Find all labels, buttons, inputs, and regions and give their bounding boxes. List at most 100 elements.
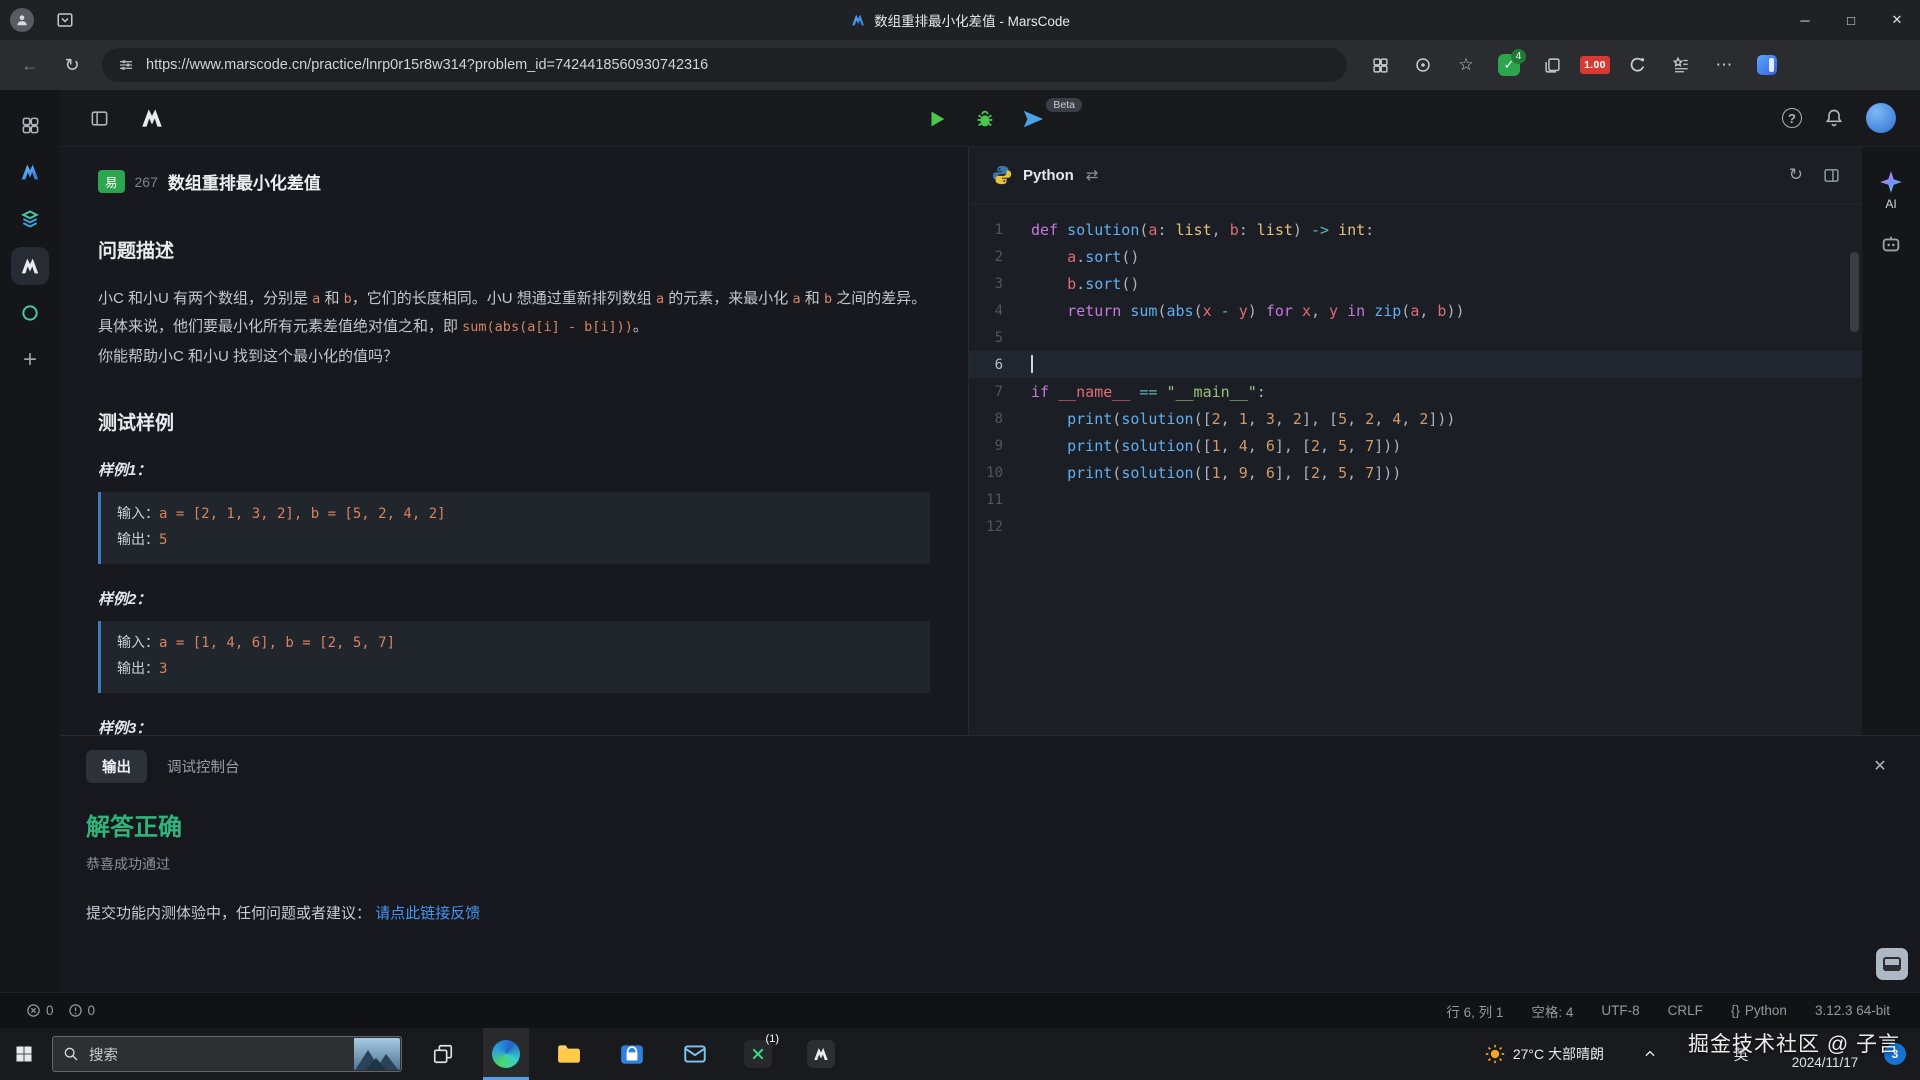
notifications-icon[interactable]: [1824, 108, 1844, 128]
indent-setting[interactable]: 空格: 4: [1531, 1001, 1573, 1021]
feedback-link[interactable]: 请点此链接反馈: [375, 905, 480, 922]
weather-widget[interactable]: 27°C 大部晴朗: [1475, 1044, 1614, 1064]
code-line[interactable]: 6: [969, 351, 1862, 378]
search-highlight-thumbnail[interactable]: [354, 1038, 400, 1070]
assistant-plugin-icon[interactable]: [1880, 233, 1902, 255]
code-line[interactable]: 10 print(solution([1, 9, 6], [2, 5, 7])): [969, 459, 1862, 486]
submit-button[interactable]: Beta: [1018, 104, 1048, 134]
warnings-status[interactable]: 0: [68, 1003, 96, 1018]
extension-glyph: [1629, 56, 1647, 74]
run-button[interactable]: [922, 104, 952, 134]
sample1-input: 输入：a = [2, 1, 3, 2], b = [5, 2, 4, 2]: [117, 502, 914, 528]
edge-browser-button[interactable]: [483, 1028, 529, 1080]
marscode-app-button[interactable]: [798, 1028, 844, 1080]
code-line[interactable]: 8 print(solution([2, 1, 3, 2], [5, 2, 4,…: [969, 405, 1862, 432]
collapse-panel-icon[interactable]: [90, 109, 109, 128]
beta-badge: Beta: [1046, 98, 1082, 112]
code-line[interactable]: 12: [969, 513, 1862, 540]
help-icon[interactable]: ?: [1782, 108, 1802, 128]
store-button[interactable]: [609, 1028, 655, 1080]
warning-count: 0: [88, 1003, 96, 1018]
site-info-icon[interactable]: [118, 57, 134, 73]
code-line[interactable]: 11: [969, 486, 1862, 513]
problem-header: 易 267 数组重排最小化差值: [98, 169, 930, 194]
errors-status[interactable]: 0: [26, 1003, 54, 1018]
ai-assistant-icon[interactable]: AI: [1878, 169, 1904, 211]
language-mode[interactable]: {} Python: [1731, 1003, 1787, 1018]
maximize-button[interactable]: □: [1828, 0, 1874, 40]
task-view-button[interactable]: [420, 1028, 466, 1080]
status-bar: 0 0 行 6, 列 1 空格: 4 UTF-8 CRLF {} Python …: [0, 992, 1920, 1028]
problem-title: 数组重排最小化差值: [168, 169, 321, 194]
line-number: 4: [969, 303, 1031, 319]
window-title-group: 数组重排最小化差值 - MarsCode: [850, 10, 1070, 30]
workspaces-glyph: [1372, 57, 1389, 74]
marscode-taskbar-icon: [807, 1040, 835, 1068]
favorite-star-icon[interactable]: ☆: [1449, 48, 1483, 82]
panel-layout-icon[interactable]: [1823, 167, 1840, 184]
tray-expand-icon[interactable]: [1636, 1047, 1664, 1061]
rail-add-icon[interactable]: +: [11, 341, 49, 379]
bottom-panel-toggle[interactable]: [1876, 948, 1908, 980]
cursor-position[interactable]: 行 6, 列 1: [1446, 1001, 1503, 1021]
language-label: Python: [1023, 167, 1074, 184]
user-avatar[interactable]: [1866, 103, 1896, 133]
file-explorer-button[interactable]: [546, 1028, 592, 1080]
browser-profile-avatar[interactable]: [10, 8, 34, 32]
code-line[interactable]: 5: [969, 324, 1862, 351]
code-line[interactable]: 1def solution(a: list, b: list) -> int:: [969, 216, 1862, 243]
shopping-extension-icon[interactable]: 1.00: [1578, 48, 1612, 82]
favorites-bar-icon[interactable]: [1664, 48, 1698, 82]
notification-app-button[interactable]: (1): [735, 1028, 781, 1080]
line-number: 2: [969, 249, 1031, 265]
extension-icon[interactable]: [1621, 48, 1655, 82]
minimize-button[interactable]: ─: [1782, 0, 1828, 40]
workspaces-icon[interactable]: [1363, 48, 1397, 82]
code-line[interactable]: 3 b.sort(): [969, 270, 1862, 297]
refresh-button[interactable]: ↻: [54, 47, 90, 83]
address-bar[interactable]: https://www.marscode.cn/practice/lnrp0r1…: [102, 48, 1347, 82]
password-check-extension-icon[interactable]: ✓ 4: [1492, 48, 1526, 82]
rail-marscode-icon[interactable]: [11, 153, 49, 191]
marscode-logo[interactable]: [139, 105, 165, 131]
eol-setting[interactable]: CRLF: [1668, 1003, 1703, 1018]
collections-icon[interactable]: [1535, 48, 1569, 82]
more-options-icon[interactable]: ⋯: [1707, 48, 1741, 82]
reading-mode-icon[interactable]: [1406, 48, 1440, 82]
code-line[interactable]: 4 return sum(abs(x - y) for x, y in zip(…: [969, 297, 1862, 324]
sample2-input: 输入：a = [1, 4, 6], b = [2, 5, 7]: [117, 631, 914, 657]
code-area[interactable]: 1def solution(a: list, b: list) -> int:2…: [969, 204, 1862, 735]
close-output-icon[interactable]: ✕: [1866, 752, 1894, 780]
start-button[interactable]: [0, 1028, 48, 1080]
rail-apps-icon[interactable]: [11, 106, 49, 144]
sample1-block: 输入：a = [2, 1, 3, 2], b = [5, 2, 4, 2] 输出…: [98, 492, 930, 564]
copilot-sidebar-icon[interactable]: [1750, 48, 1784, 82]
close-button[interactable]: ✕: [1874, 0, 1920, 40]
encoding[interactable]: UTF-8: [1601, 1003, 1639, 1018]
send-icon: [1022, 108, 1044, 130]
tab-debug-console[interactable]: 调试控制台: [163, 750, 244, 783]
code-line[interactable]: 9 print(solution([1, 4, 6], [2, 5, 7])): [969, 432, 1862, 459]
taskbar-search[interactable]: 搜索: [52, 1036, 402, 1072]
marscode-logo-glyph: [139, 105, 165, 131]
collapse-glyph: [90, 109, 109, 128]
debug-button[interactable]: [970, 104, 1000, 134]
code-text: return sum(abs(x - y) for x, y in zip(a,…: [1031, 302, 1465, 320]
rail-practice-icon[interactable]: [11, 247, 49, 285]
ai-label: AI: [1878, 197, 1904, 211]
rail-courses-icon[interactable]: [11, 200, 49, 238]
code-line[interactable]: 2 a.sort(): [969, 243, 1862, 270]
code-line[interactable]: 7if __name__ == "__main__":: [969, 378, 1862, 405]
pages-glyph: [1544, 57, 1561, 74]
tab-search-icon[interactable]: [56, 11, 74, 29]
rail-ring-icon[interactable]: [11, 294, 49, 332]
python-runtime[interactable]: 3.12.3 64-bit: [1815, 1003, 1890, 1018]
reset-code-icon[interactable]: ↻: [1789, 165, 1803, 185]
tab-output[interactable]: 输出: [86, 750, 147, 783]
sidebar-glyph: [1757, 55, 1777, 75]
mail-button[interactable]: [672, 1028, 718, 1080]
language-switch-icon[interactable]: ⇄: [1086, 166, 1099, 184]
url-text[interactable]: https://www.marscode.cn/practice/lnrp0r1…: [146, 57, 708, 73]
back-button[interactable]: ←: [12, 47, 48, 83]
editor-scrollbar[interactable]: [1850, 252, 1859, 332]
